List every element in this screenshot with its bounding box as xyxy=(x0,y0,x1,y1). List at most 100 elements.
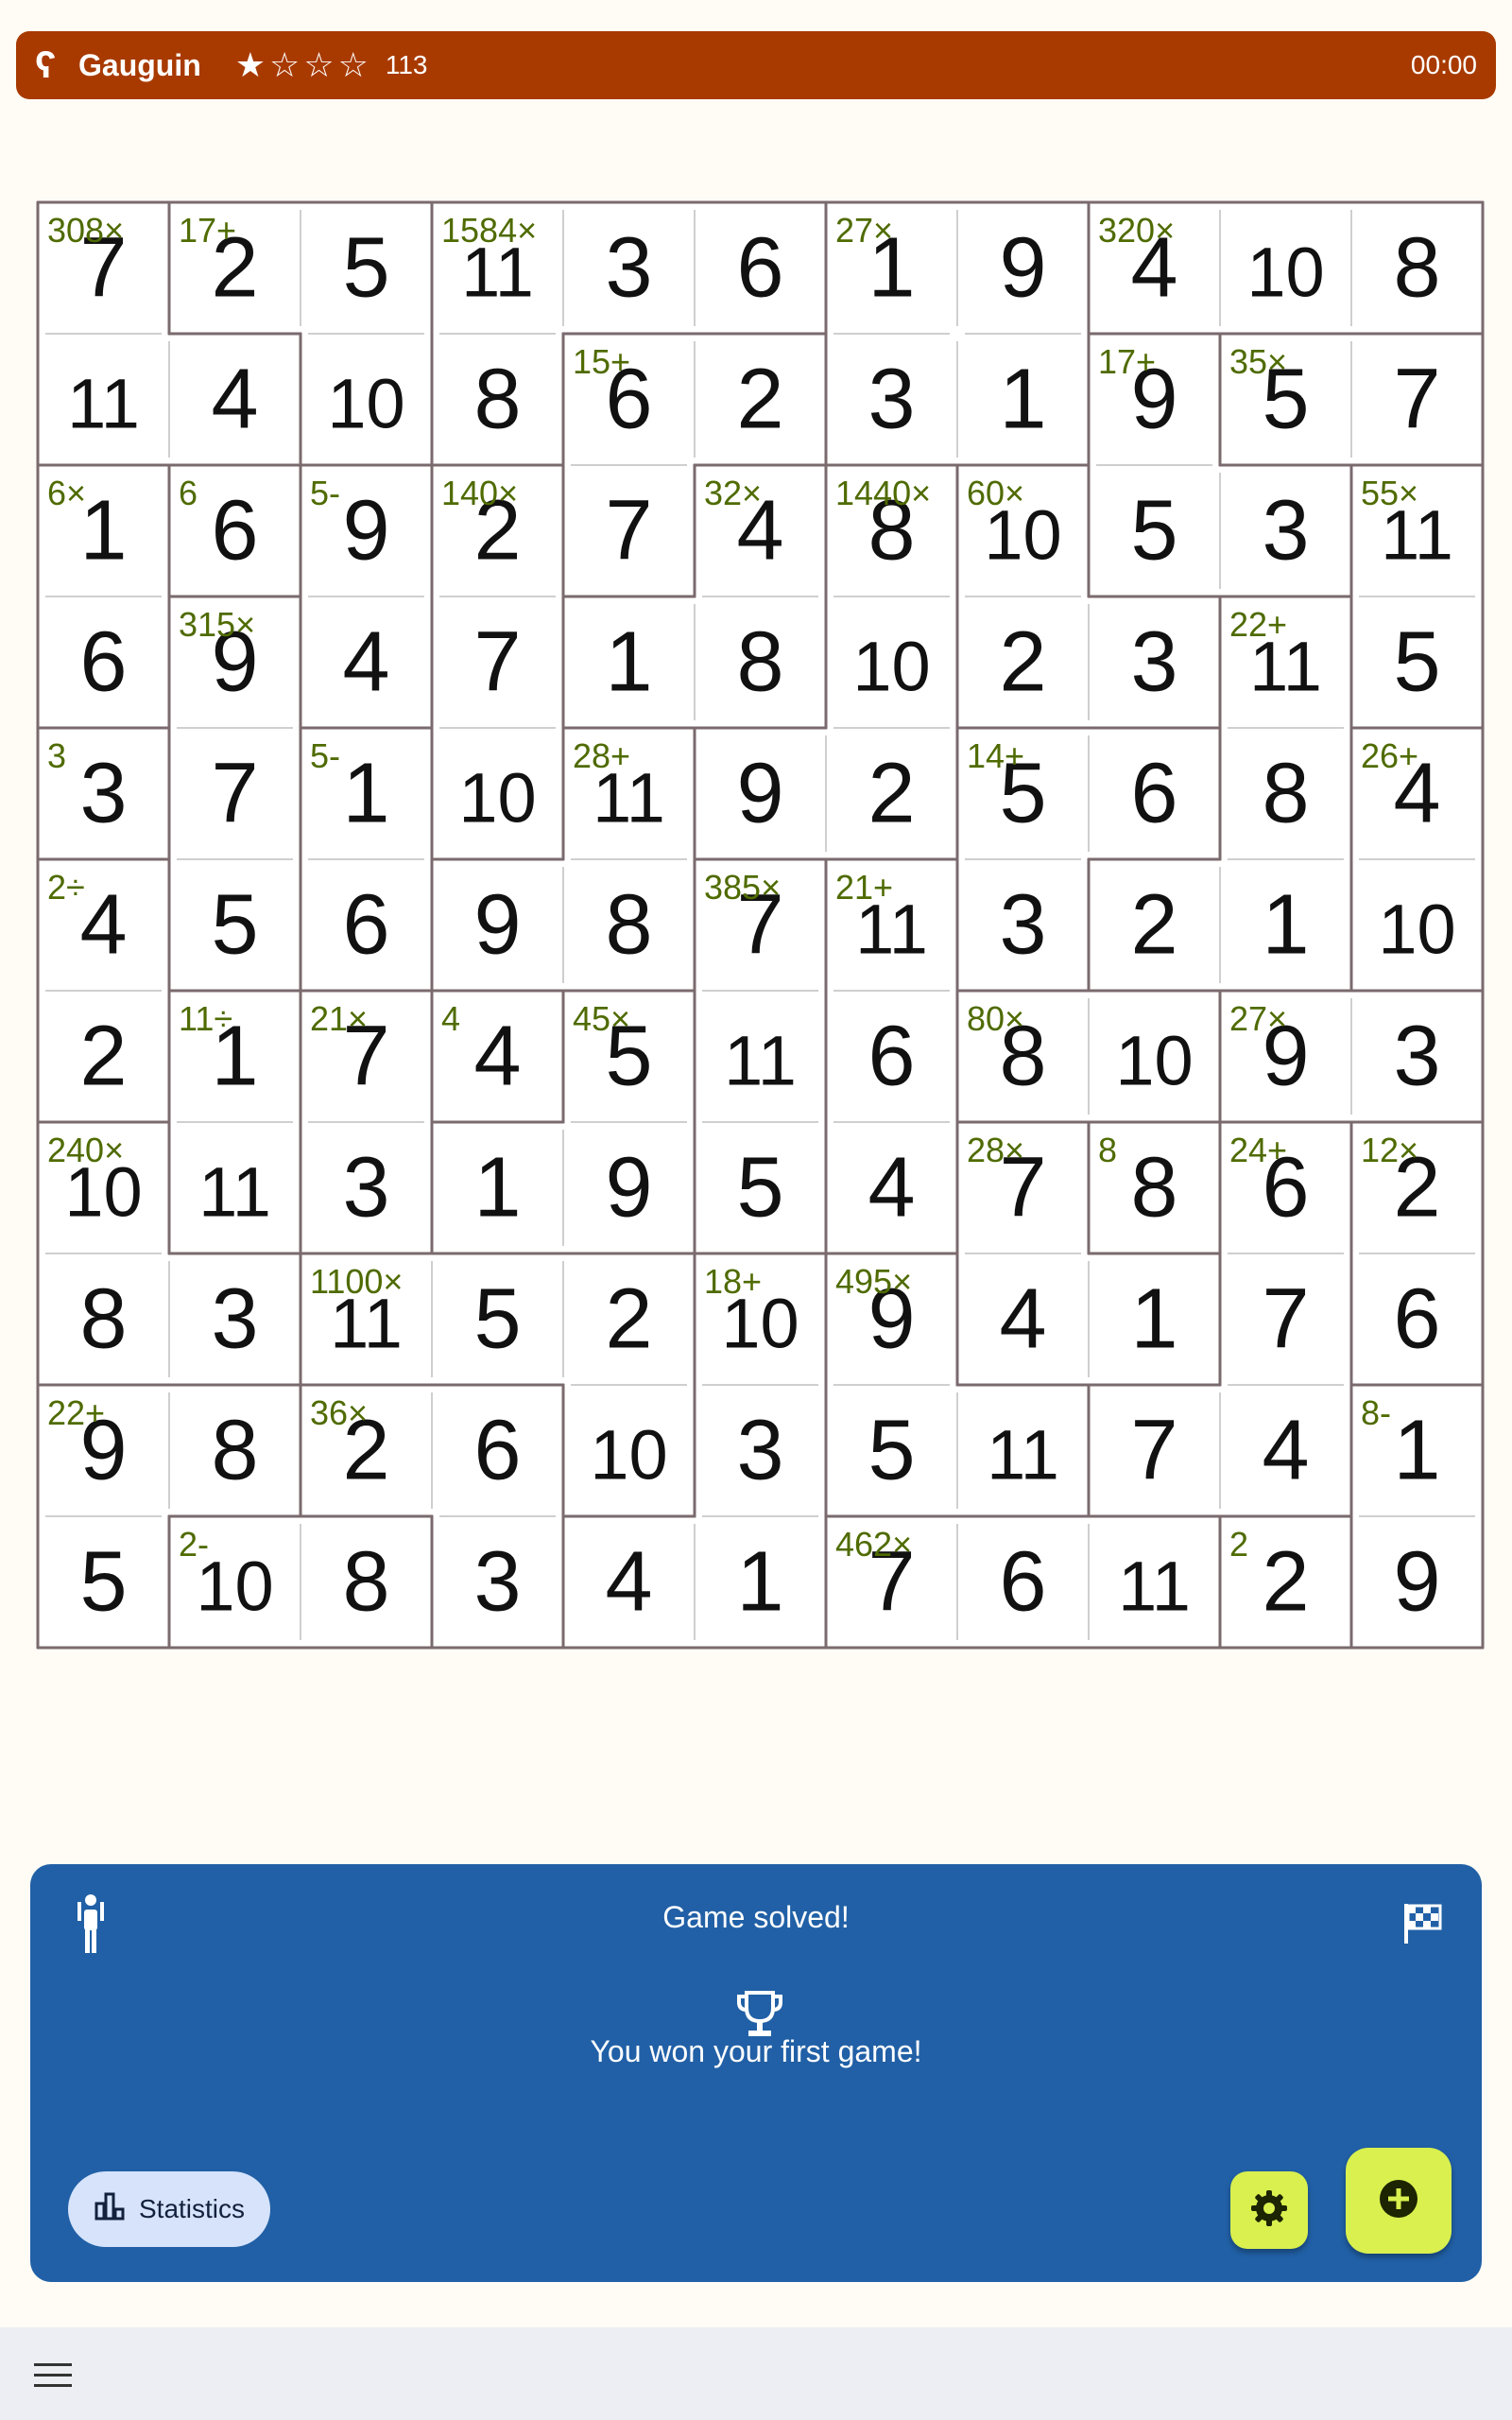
grid-cell[interactable]: 8 xyxy=(1393,221,1440,316)
grid-cell[interactable]: 1 xyxy=(1130,1272,1177,1367)
cell-value: 10 xyxy=(1378,890,1455,969)
grid-cell[interactable]: 2 xyxy=(1262,1535,1309,1630)
grid-cell[interactable]: 3 xyxy=(1130,615,1177,710)
cage-label: 21× xyxy=(310,999,368,1038)
cell-value: 6 xyxy=(211,484,258,579)
cage-label: 385× xyxy=(704,868,781,907)
cell-value: 9 xyxy=(1393,1535,1440,1630)
cage-label: 320× xyxy=(1098,211,1175,250)
cell-value: 2 xyxy=(605,1272,652,1367)
grid-cell[interactable]: 4 xyxy=(211,353,258,447)
grid-cell[interactable]: 1 xyxy=(999,353,1046,447)
cage-label: 24+ xyxy=(1229,1131,1287,1169)
grid-cell[interactable]: 8 xyxy=(211,1404,258,1498)
grid-cell[interactable]: 8 xyxy=(473,353,521,447)
cell-value: 2 xyxy=(999,615,1046,710)
puzzle-grid[interactable]: 7 2 5 11 3 6 1 9 4 10 811 4 10 8 6 2 3 1 9 5 71 6 9 2 7 4 8 10 5 3 116… xyxy=(0,0,1512,1664)
cage-label: 26+ xyxy=(1361,736,1418,775)
game-solved-panel: Game solved! You won your first game! St… xyxy=(30,1864,1482,2282)
grid-cell[interactable]: 5 xyxy=(211,878,258,973)
grid-cell[interactable]: 6 xyxy=(79,615,127,710)
grid-cell[interactable]: 6 xyxy=(736,221,783,316)
grid-cell[interactable]: 5 xyxy=(736,1141,783,1236)
grid-cell[interactable]: 10 xyxy=(1115,1022,1193,1100)
cage-label: 11÷ xyxy=(179,999,232,1038)
panel-title: Game solved! xyxy=(662,1900,850,1934)
cell-value: 8 xyxy=(1262,747,1309,841)
cell-value: 1 xyxy=(605,615,652,710)
grid-cell[interactable]: 4 xyxy=(342,615,389,710)
menu-icon[interactable] xyxy=(34,2361,72,2390)
grid-cell[interactable]: 2 xyxy=(79,1010,127,1104)
statistics-button[interactable]: Statistics xyxy=(68,2171,270,2247)
grid-cell[interactable]: 11 xyxy=(1118,1547,1191,1626)
settings-button[interactable] xyxy=(1230,2171,1308,2249)
grid-cell[interactable]: 7 xyxy=(605,484,652,579)
cell-value: 8 xyxy=(473,353,521,447)
grid-cell[interactable]: 9 xyxy=(1393,1535,1440,1630)
grid-cell[interactable]: 6 xyxy=(1130,747,1177,841)
cell-value: 3 xyxy=(999,878,1046,973)
grid-cell[interactable]: 8 xyxy=(736,615,783,710)
grid-cell[interactable]: 4 xyxy=(868,1141,915,1236)
cage-label: 495× xyxy=(835,1262,912,1301)
grid-cell[interactable]: 1 xyxy=(1262,878,1309,973)
win-message: You won your first game! xyxy=(590,2034,922,2068)
cage-label: 308× xyxy=(47,211,124,250)
grid-cell[interactable]: 2 xyxy=(868,747,915,841)
new-game-button[interactable] xyxy=(1346,2148,1452,2254)
cell-value: 8 xyxy=(1393,221,1440,316)
grid-cell[interactable]: 10 xyxy=(590,1416,667,1495)
cell-value: 5 xyxy=(1393,615,1440,710)
grid-cell[interactable]: 3 xyxy=(1262,484,1309,579)
grid-cell[interactable]: 3 xyxy=(999,878,1046,973)
grid-cell[interactable]: 8 xyxy=(1130,1141,1177,1236)
cage-label: 1584× xyxy=(441,211,537,250)
grid-cell[interactable]: 3 xyxy=(211,1272,258,1367)
grid-cell[interactable]: 2 xyxy=(736,353,783,447)
grid-cell[interactable]: 5 xyxy=(79,1535,127,1630)
grid-cell[interactable]: 6 xyxy=(342,878,389,973)
grid-cell[interactable]: 6 xyxy=(211,484,258,579)
cell-value: 11 xyxy=(724,1022,797,1100)
cell-value: 4 xyxy=(605,1535,652,1630)
cell-value: 11 xyxy=(67,365,140,443)
cell-value: 5 xyxy=(1130,484,1177,579)
cell-value: 1 xyxy=(736,1535,783,1630)
cell-value: 11 xyxy=(987,1416,1059,1495)
flag-icon[interactable] xyxy=(1402,1902,1444,1950)
cell-value: 4 xyxy=(211,353,258,447)
grid-cell[interactable]: 4 xyxy=(1262,1404,1309,1498)
grid-cell[interactable]: 3 xyxy=(1393,1010,1440,1104)
grid-cell[interactable]: 3 xyxy=(342,1141,389,1236)
grid-cell[interactable]: 11 xyxy=(198,1153,271,1232)
grid-cell[interactable]: 10 xyxy=(327,365,404,443)
cell-value: 11 xyxy=(1118,1547,1191,1626)
cell-value: 8 xyxy=(211,1404,258,1498)
cage-label: 45× xyxy=(573,999,630,1038)
grid-cell[interactable]: 5 xyxy=(1393,615,1440,710)
cell-value: 4 xyxy=(79,878,127,973)
cell-value: 11 xyxy=(198,1153,271,1232)
grid-cell[interactable]: 8 xyxy=(605,878,652,973)
grid-cell[interactable]: 4 xyxy=(473,1010,521,1104)
grid-cell[interactable]: 9 xyxy=(605,1141,652,1236)
cage-label: 2- xyxy=(179,1525,209,1564)
cell-value: 3 xyxy=(1130,615,1177,710)
cage-label: 462× xyxy=(835,1525,912,1564)
grid-cell[interactable]: 3 xyxy=(79,747,127,841)
grid-cell[interactable]: 10 xyxy=(1378,890,1455,969)
cell-value: 5 xyxy=(868,1404,915,1498)
grid-cell[interactable]: 10 xyxy=(458,759,536,838)
grid-cell[interactable]: 1 xyxy=(736,1535,783,1630)
cell-value: 3 xyxy=(473,1535,521,1630)
cage-label: 60× xyxy=(967,474,1024,512)
grid-cell[interactable]: 7 xyxy=(1393,353,1440,447)
grid-cell[interactable]: 6 xyxy=(1393,1272,1440,1367)
grid-cell[interactable]: 3 xyxy=(473,1535,521,1630)
grid-cell[interactable]: 11 xyxy=(987,1416,1059,1495)
grid-cell[interactable]: 8 xyxy=(342,1535,389,1630)
cell-value: 4 xyxy=(999,1272,1046,1367)
cage-label: 12× xyxy=(1361,1131,1418,1169)
cell-value: 3 xyxy=(79,747,127,841)
